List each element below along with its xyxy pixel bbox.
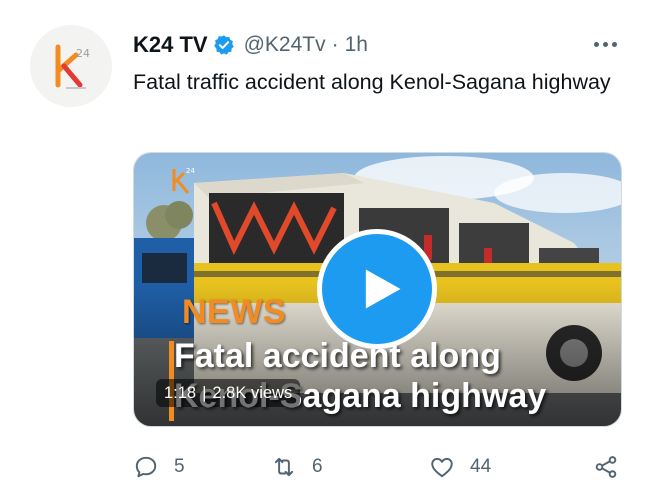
display-name[interactable]: K24 TV (133, 32, 208, 58)
more-dot-icon (611, 41, 617, 47)
svg-text:24: 24 (76, 47, 90, 60)
video-meta-badge: 1:18 | 2.8K views (156, 379, 301, 407)
retweet-count: 6 (312, 456, 323, 477)
play-icon (365, 269, 401, 309)
retweet-icon (274, 457, 294, 477)
timestamp[interactable]: 1h (345, 33, 368, 57)
video-duration: 1:18 (164, 383, 197, 402)
overlay-headline-line1: Fatal accident along (174, 337, 501, 375)
retweet-button[interactable]: 6 (271, 452, 323, 482)
share-button[interactable] (593, 452, 619, 482)
tweet-actions: 5 6 44 (133, 452, 623, 482)
video-views: 2.8K views (212, 383, 293, 402)
tweet-card[interactable]: 24 K24 TV @K24Tv · 1h Fatal traffic acci… (0, 0, 651, 500)
more-options-button[interactable] (589, 34, 621, 54)
share-icon (595, 456, 617, 478)
tweet-header: K24 TV @K24Tv · 1h (133, 30, 368, 60)
avatar[interactable]: 24 (30, 25, 112, 107)
more-dot-icon (602, 41, 608, 47)
like-icon (431, 457, 453, 478)
k24-logo-icon: 24 (30, 25, 112, 107)
more-dot-icon (593, 41, 599, 47)
like-button[interactable]: 44 (429, 452, 491, 482)
video-player[interactable]: 24 NEWS Fatal accident along Kenol-Sagan… (133, 152, 622, 427)
overlay-news-label: NEWS (182, 293, 286, 331)
reply-button[interactable]: 5 (133, 452, 185, 482)
play-button[interactable] (317, 229, 437, 349)
reply-count: 5 (174, 456, 185, 477)
verified-badge-icon (213, 34, 235, 56)
tweet-text: Fatal traffic accident along Kenol-Sagan… (133, 70, 611, 94)
separator-dot: · (331, 33, 339, 56)
svg-text:24: 24 (186, 167, 195, 175)
reply-icon (135, 456, 157, 478)
user-handle[interactable]: @K24Tv (244, 33, 326, 57)
meta-separator: | (202, 383, 207, 402)
like-count: 44 (470, 456, 492, 477)
